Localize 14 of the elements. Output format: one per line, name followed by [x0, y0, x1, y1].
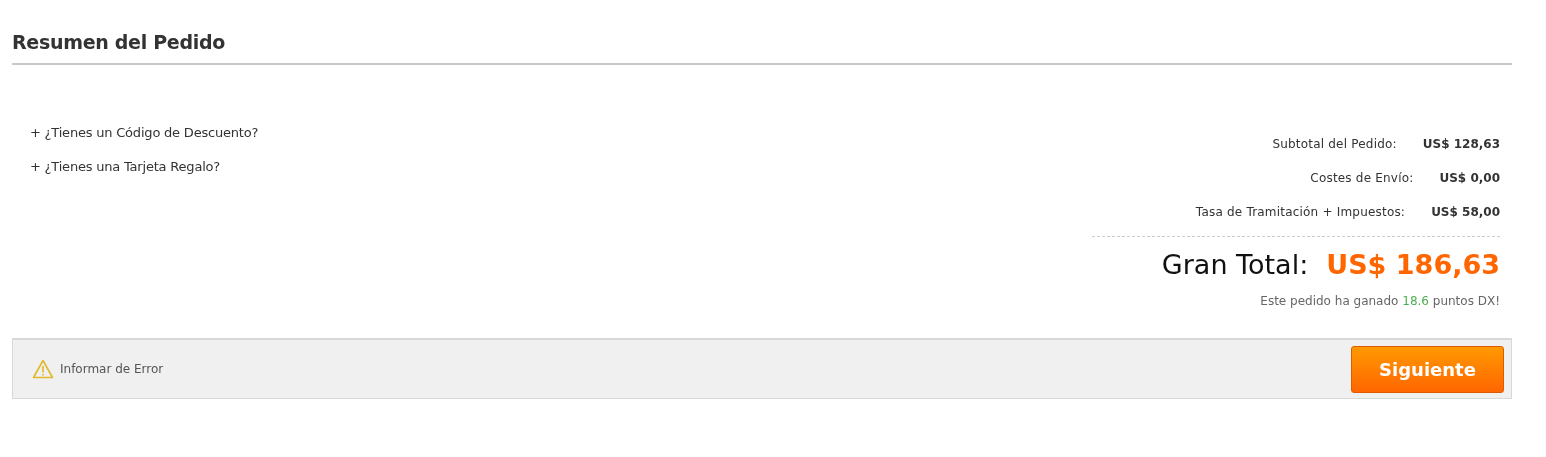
report-error-link[interactable]: Informar de Error: [32, 359, 164, 379]
summary-label: Tasa de Tramitación + Impuestos:: [1195, 205, 1406, 219]
summary-value: US$ 128,63: [1422, 137, 1500, 151]
toggle-link[interactable]: + ¿Tienes una Tarjeta Regalo?: [30, 159, 259, 174]
summary-label: Costes de Envío:: [1310, 171, 1414, 185]
points-message: Este pedido ha ganado 18.6 puntos DX!: [1260, 294, 1500, 308]
grand-total-value: US$ 186,63: [1326, 249, 1500, 280]
summary-value: US$ 58,00: [1431, 205, 1500, 219]
grand-total-label: Gran Total:: [1161, 249, 1309, 280]
summary-label: Subtotal del Pedido:: [1272, 137, 1397, 151]
toggle-link[interactable]: + ¿Tienes un Código de Descuento?: [30, 125, 259, 140]
warning-icon: [32, 359, 54, 379]
summary-value: US$ 0,00: [1439, 171, 1500, 185]
section-title: Resumen del Pedido: [12, 0, 1512, 65]
